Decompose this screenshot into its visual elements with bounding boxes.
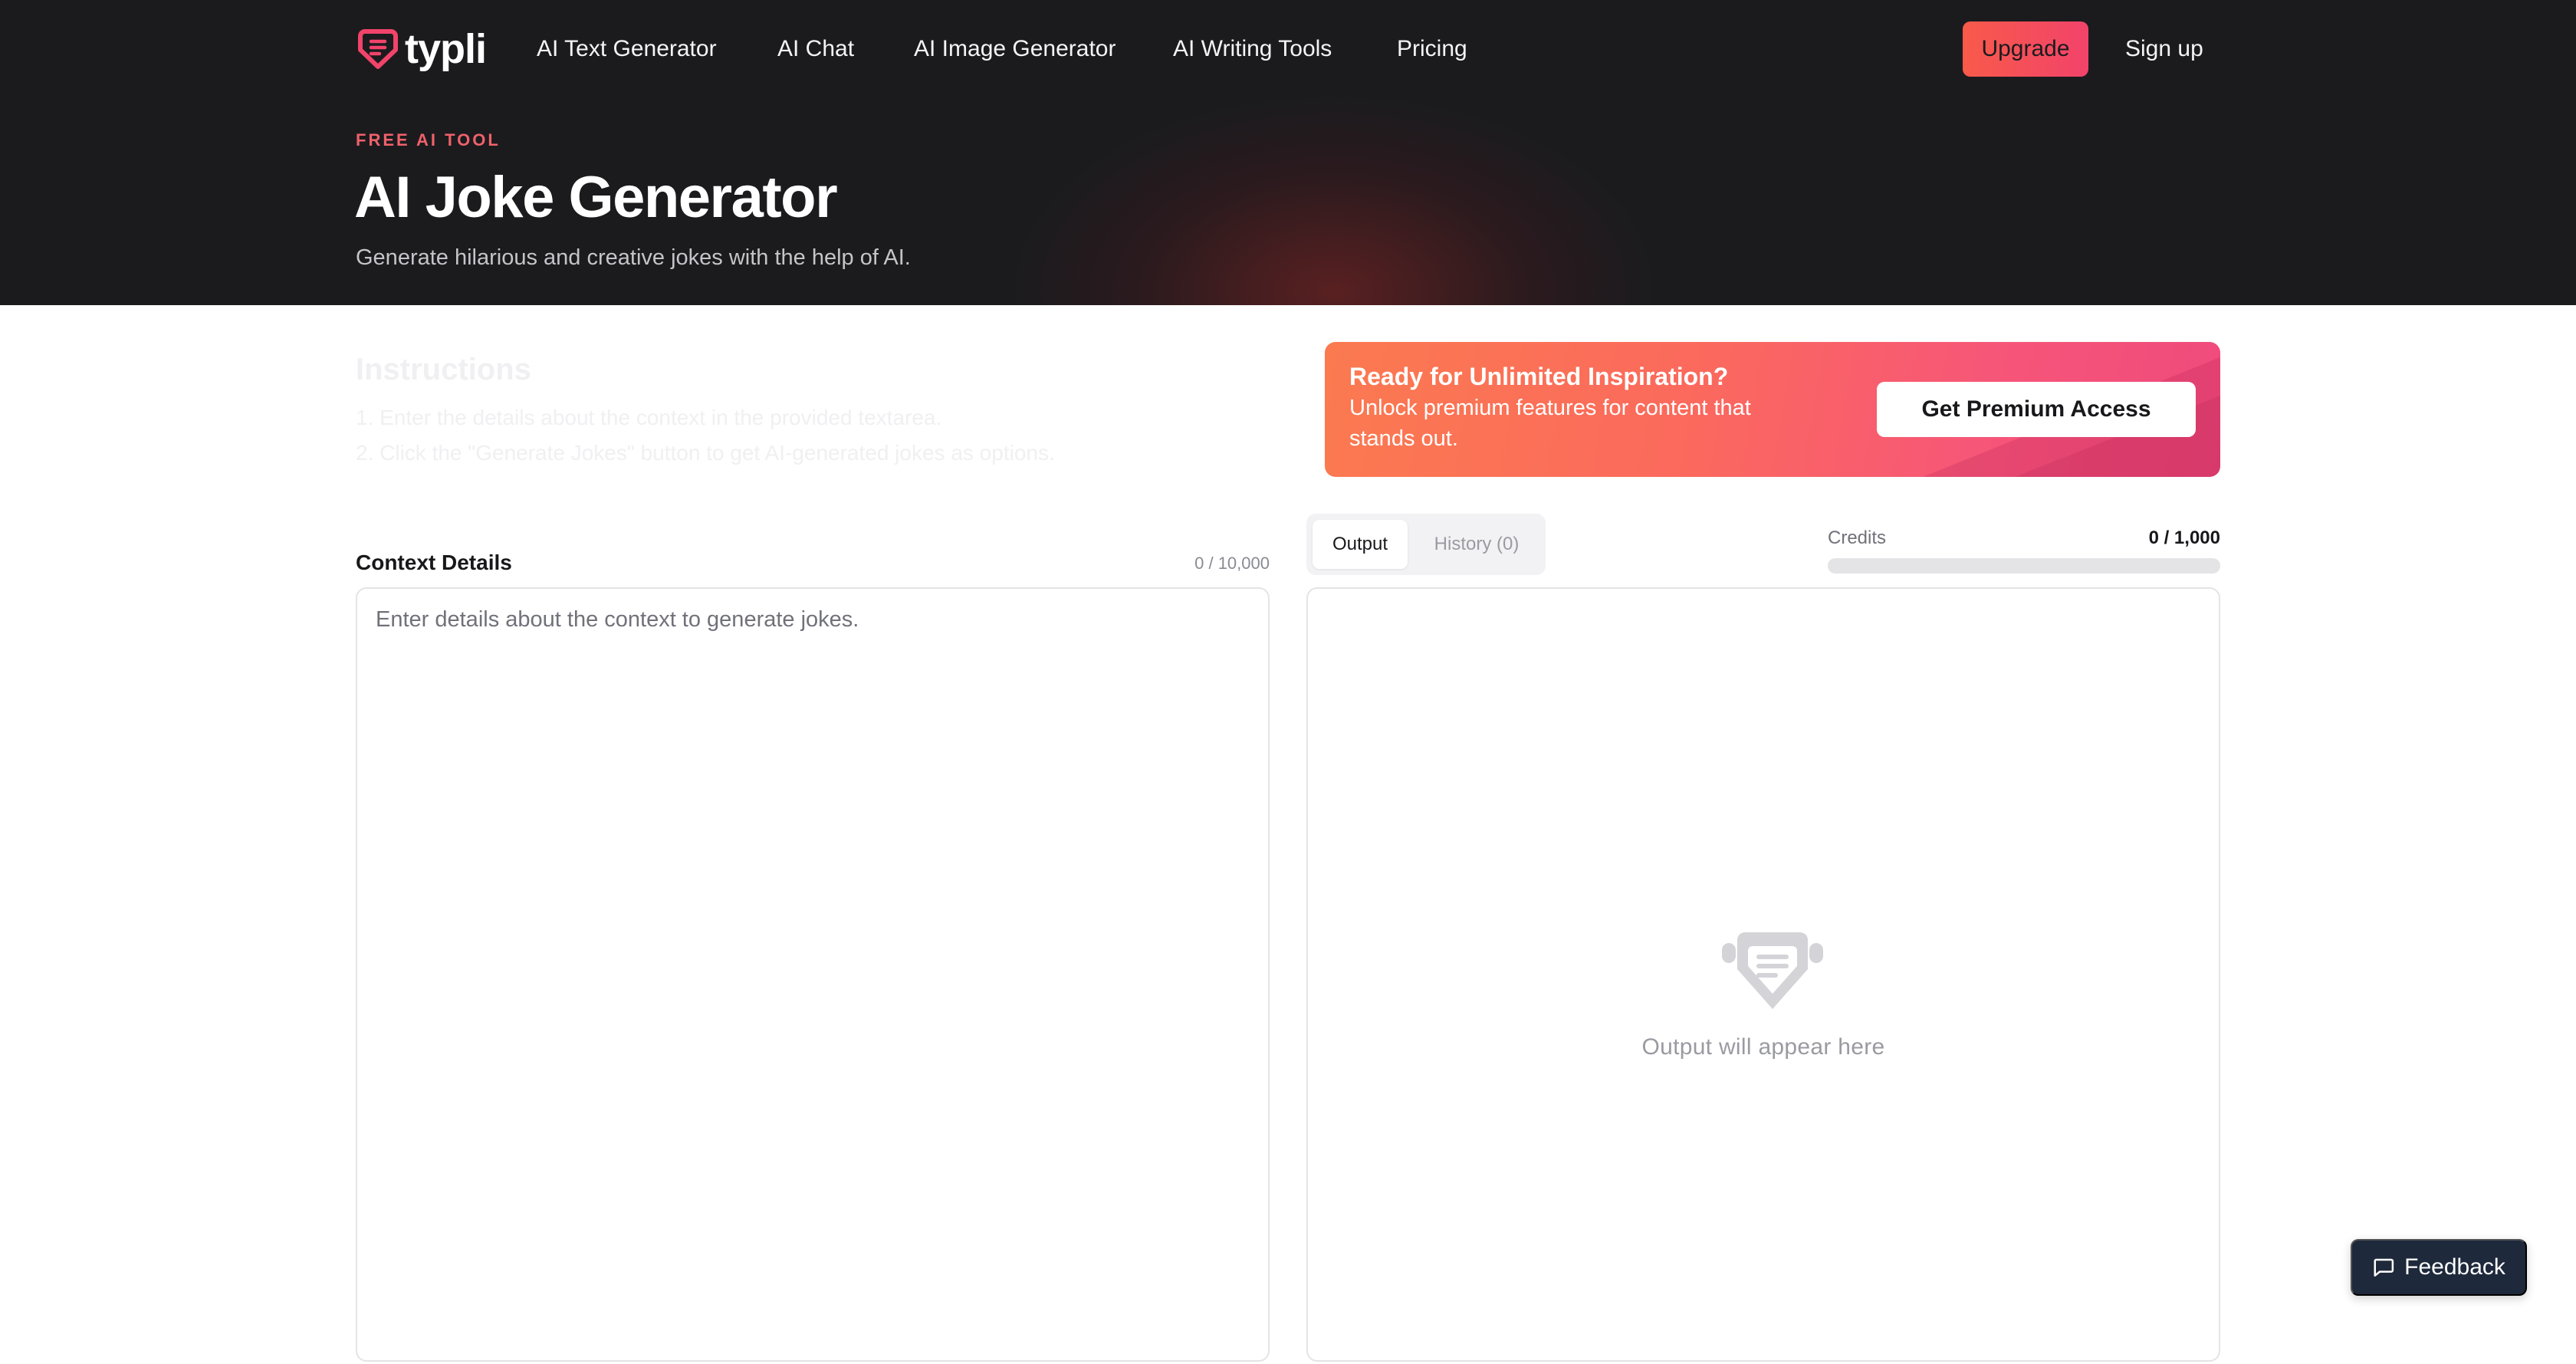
context-details-input[interactable] xyxy=(357,589,1268,1360)
context-details-label: Context Details xyxy=(356,551,512,574)
instructions-list: 1. Enter the details about the context i… xyxy=(356,400,1055,471)
top-nav: typli AI Text Generator AI Chat AI Image… xyxy=(0,0,2576,98)
output-tabs: Output History (0) xyxy=(1306,514,1546,575)
brand-name: typli xyxy=(405,26,487,72)
instruction-step: 1. Enter the details about the context i… xyxy=(356,406,942,429)
instructions-title: Instructions xyxy=(356,353,531,386)
hero-eyebrow: FREE AI TOOL xyxy=(356,130,501,150)
promo-title: Ready for Unlimited Inspiration? xyxy=(1349,363,1729,390)
page-title: AI Joke Generator xyxy=(354,165,838,230)
nav-ai-image-generator[interactable]: AI Image Generator xyxy=(914,34,1116,64)
credits-progress-bar xyxy=(1828,558,2220,574)
upgrade-button[interactable]: Upgrade xyxy=(1963,21,2088,77)
feedback-button[interactable]: Feedback xyxy=(2351,1239,2527,1296)
get-premium-access-button[interactable]: Get Premium Access xyxy=(1877,382,2196,437)
output-panel: Output will appear here xyxy=(1306,587,2220,1362)
signup-link[interactable]: Sign up xyxy=(2125,34,2203,64)
tab-output[interactable]: Output xyxy=(1313,520,1408,569)
nav-ai-text-generator[interactable]: AI Text Generator xyxy=(537,34,717,64)
page-subtitle: Generate hilarious and creative jokes wi… xyxy=(356,245,911,270)
context-details-field xyxy=(356,587,1270,1362)
typli-logo-icon xyxy=(358,29,398,69)
promo-text: Unlock premium features for content that… xyxy=(1349,396,1751,451)
output-placeholder-text: Output will appear here xyxy=(1641,1034,1885,1060)
premium-promo-banner: Ready for Unlimited Inspiration? Unlock … xyxy=(1325,342,2220,477)
instructions-section: Instructions 1. Enter the details about … xyxy=(356,350,1055,471)
character-count: 0 / 10,000 xyxy=(1194,554,1270,573)
credits-label: Credits xyxy=(1828,528,1887,548)
hero-header: typli AI Text Generator AI Chat AI Image… xyxy=(0,0,2576,305)
output-placeholder-icon xyxy=(1722,932,1823,1009)
nav-ai-chat[interactable]: AI Chat xyxy=(777,34,854,64)
instruction-step: 2. Click the "Generate Jokes" button to … xyxy=(356,441,1055,465)
chat-bubble-icon xyxy=(2374,1258,2394,1277)
nav-ai-writing-tools[interactable]: AI Writing Tools xyxy=(1173,34,1332,64)
nav-pricing[interactable]: Pricing xyxy=(1397,34,1467,64)
credits-value: 0 / 1,000 xyxy=(2148,528,2220,548)
feedback-label: Feedback xyxy=(2404,1254,2505,1280)
tab-history[interactable]: History (0) xyxy=(1414,520,1539,569)
typli-logo[interactable]: typli xyxy=(354,26,487,72)
